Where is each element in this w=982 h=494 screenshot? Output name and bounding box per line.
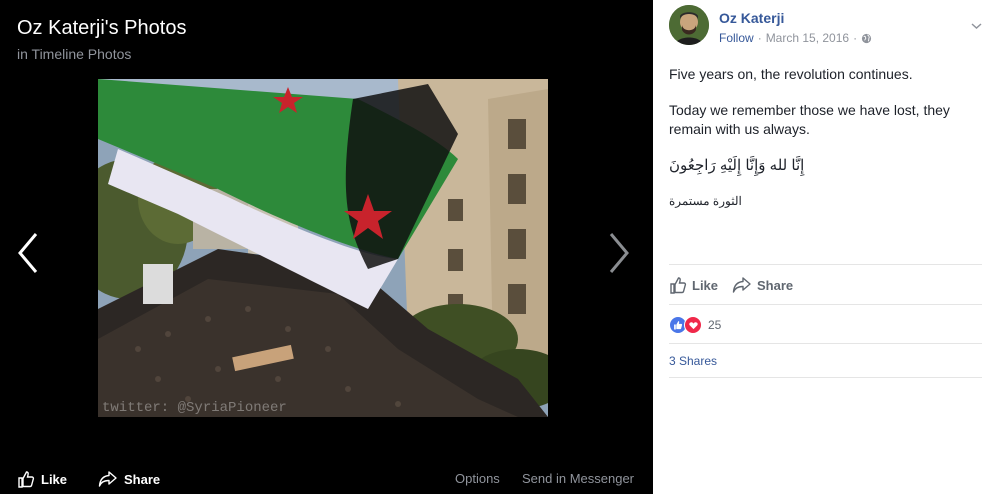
post-like-label: Like [692,277,719,293]
photo-watermark: twitter: @SyriaPioneer [102,400,287,416]
divider [669,304,982,305]
next-photo-button[interactable] [607,232,631,274]
send-in-messenger-link[interactable]: Send in Messenger [522,471,634,486]
post-arabic-line-1: إِنَّا لله وَإِنَّا إِلَيْهِ رَاجِعُونَ [669,157,805,174]
share-arrow-icon [98,471,117,487]
post-meta: Follow · March 15, 2016 · [719,31,872,45]
meta-separator: · [757,31,762,45]
post-text-line-2: Today we remember those we have lost, th… [669,102,950,137]
chevron-down-icon[interactable] [971,23,982,29]
share-arrow-icon [732,277,751,293]
viewer-share-label: Share [124,471,161,487]
post-share-label: Share [757,277,794,293]
viewer-title: Oz Katerji's Photos [17,17,187,39]
avatar[interactable] [669,5,709,45]
photo-image: twitter: @SyriaPioneer [98,79,548,417]
reactions-summary[interactable]: 25 [669,316,721,334]
divider [669,264,982,265]
follow-button[interactable]: Follow [719,31,754,45]
previous-photo-button[interactable] [16,232,40,274]
shares-count[interactable]: 3 Shares [669,354,717,368]
globe-icon[interactable] [861,33,872,44]
love-reaction-icon [684,316,702,334]
post-date[interactable]: March 15, 2016 [766,31,849,45]
post-text-line-1: Five years on, the revolution continues. [669,66,913,82]
post-panel: Oz Katerji Follow · March 15, 2016 · Fiv… [653,0,982,494]
divider [669,377,982,378]
viewer-like-label: Like [41,471,68,487]
options-link[interactable]: Options [455,471,500,486]
post-like-button[interactable]: Like [669,276,718,294]
thumbs-up-icon [670,277,687,294]
post-share-button[interactable]: Share [732,276,793,294]
chevron-right-icon [609,233,629,273]
post-photo[interactable]: twitter: @SyriaPioneer [98,79,548,417]
divider [669,343,982,344]
thumbs-up-icon [18,471,35,488]
meta-separator-2: · [853,31,858,45]
reactions-count: 25 [708,318,722,332]
viewer-share-button[interactable]: Share [98,470,160,488]
photo-viewer: Oz Katerji's Photos in Timeline Photos t… [0,0,653,494]
post-arabic-line-2: الثورة مستمرة [669,194,742,208]
chevron-left-icon [18,233,38,273]
author-name[interactable]: Oz Katerji [719,10,784,26]
viewer-like-button[interactable]: Like [17,470,67,488]
album-link[interactable]: in Timeline Photos [17,46,131,62]
